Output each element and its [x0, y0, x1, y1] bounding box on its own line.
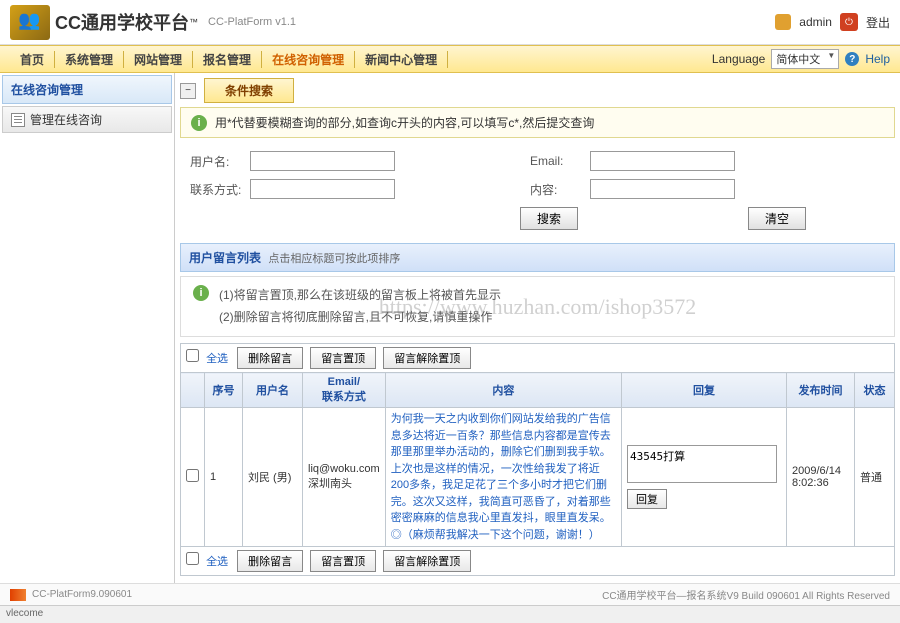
footer-left: CC-PlatForm9.090601: [32, 589, 132, 600]
logo-area: CC通用学校平台™ CC-PlatForm v1.1: [10, 5, 775, 40]
language-label: Language: [712, 52, 765, 66]
clear-button[interactable]: 清空: [748, 207, 806, 230]
col-content[interactable]: 内容: [385, 373, 621, 408]
menu-home[interactable]: 首页: [10, 51, 55, 68]
sidebar-item-label: 管理在线咨询: [30, 111, 102, 128]
sidebar: 在线咨询管理 管理在线咨询: [0, 73, 175, 613]
list-title-bar: 用户留言列表 点击相应标题可按此项排序: [180, 243, 895, 272]
cell-status: 普通: [855, 408, 895, 547]
app-subtitle: CC-PlatForm v1.1: [208, 16, 296, 28]
sidebar-item-manage[interactable]: 管理在线咨询: [2, 106, 172, 133]
logout-icon[interactable]: ⏻: [840, 13, 858, 31]
untop-button-top[interactable]: 留言解除置顶: [383, 347, 471, 369]
select-all-checkbox-top[interactable]: [186, 349, 199, 362]
main-menu: 首页 系统管理 网站管理 报名管理 在线咨询管理 新闻中心管理 Language…: [0, 45, 900, 73]
cell-email: liq@woku.com 深圳南头: [303, 408, 386, 547]
menu-website[interactable]: 网站管理: [124, 51, 193, 68]
menu-consult[interactable]: 在线咨询管理: [262, 51, 355, 68]
col-status[interactable]: 状态: [855, 373, 895, 408]
menu-system[interactable]: 系统管理: [55, 51, 124, 68]
select-all-checkbox-bottom[interactable]: [186, 552, 199, 565]
table-row: 1 刘民 (男) liq@woku.com 深圳南头 为何我一天之内收到你们网站…: [181, 408, 895, 547]
cell-reply: 回复: [622, 408, 787, 547]
search-section-title: 条件搜索: [204, 78, 294, 103]
tip-line-2: (2)删除留言将彻底删除留言,且不可恢复,请慎重操作: [219, 307, 501, 329]
username: admin: [799, 15, 832, 29]
col-no[interactable]: 序号: [205, 373, 243, 408]
input-email[interactable]: [590, 151, 735, 171]
info-icon: i: [191, 115, 207, 131]
user-area: admin ⏻ 登出: [775, 13, 890, 31]
logo-icon: [10, 5, 50, 40]
cell-user: 刘民 (男): [243, 408, 303, 547]
menu-news[interactable]: 新闻中心管理: [355, 51, 448, 68]
footer-logo-icon: [10, 589, 26, 601]
info-icon: i: [193, 285, 209, 301]
row-checkbox[interactable]: [186, 469, 199, 482]
content-area: − 条件搜索 i 用*代替要模糊查询的部分,如查询c开头的内容,可以填写c*,然…: [175, 73, 900, 613]
input-user[interactable]: [250, 151, 395, 171]
list-tips: i (1)将留言置顶,那么在该班级的留言板上将被首先显示 (2)删除留言将彻底删…: [180, 276, 895, 337]
search-tip-text: 用*代替要模糊查询的部分,如查询c开头的内容,可以填写c*,然后提交查询: [215, 114, 594, 131]
label-user: 用户名:: [190, 153, 250, 170]
search-form: 用户名: Email: 联系方式: 内容: 搜索: [180, 146, 895, 235]
top-button-top[interactable]: 留言置顶: [310, 347, 376, 369]
cell-content: 为何我一天之内收到你们网站发给我的广告信息多达将近一百条？那些信息内容都是宣传去…: [385, 408, 621, 547]
search-button[interactable]: 搜索: [520, 207, 578, 230]
language-select[interactable]: 简体中文: [771, 49, 839, 69]
status-bar: vlecome: [0, 605, 900, 623]
app-title: CC通用学校平台: [55, 9, 189, 35]
app-header: CC通用学校平台™ CC-PlatForm v1.1 admin ⏻ 登出: [0, 0, 900, 45]
logout-label[interactable]: 登出: [866, 14, 890, 31]
input-content[interactable]: [590, 179, 735, 199]
delete-button-top[interactable]: 删除留言: [237, 347, 303, 369]
help-link[interactable]: Help: [865, 52, 890, 66]
document-icon: [11, 113, 25, 127]
reply-input[interactable]: [627, 445, 777, 483]
label-email: Email:: [530, 154, 590, 168]
menu-signup[interactable]: 报名管理: [193, 51, 262, 68]
col-reply[interactable]: 回复: [622, 373, 787, 408]
select-all-label[interactable]: 全选: [206, 353, 228, 365]
select-all-label[interactable]: 全选: [206, 556, 228, 568]
search-tip-bar: i 用*代替要模糊查询的部分,如查询c开头的内容,可以填写c*,然后提交查询: [180, 107, 895, 138]
footer-right: CC通用学校平台—报名系统V9 Build 090601 All Rights …: [602, 587, 890, 602]
untop-button-bottom[interactable]: 留言解除置顶: [383, 550, 471, 572]
reply-button[interactable]: 回复: [627, 489, 667, 509]
col-time[interactable]: 发布时间: [787, 373, 855, 408]
footer: CC-PlatForm9.090601 CC通用学校平台—报名系统V9 Buil…: [0, 583, 900, 605]
user-icon: [775, 14, 791, 30]
top-button-bottom[interactable]: 留言置顶: [310, 550, 376, 572]
input-contact[interactable]: [250, 179, 395, 199]
delete-button-bottom[interactable]: 删除留言: [237, 550, 303, 572]
message-table: 全选 删除留言 留言置顶 留言解除置顶 序号 用户名 Email/联系方式 内容…: [180, 343, 895, 576]
sidebar-title: 在线咨询管理: [2, 75, 172, 104]
col-email[interactable]: Email/联系方式: [303, 373, 386, 408]
help-icon[interactable]: ?: [845, 52, 859, 66]
label-content: 内容:: [530, 181, 590, 198]
list-subtitle: 点击相应标题可按此项排序: [268, 253, 400, 265]
cell-no: 1: [205, 408, 243, 547]
col-user[interactable]: 用户名: [243, 373, 303, 408]
list-title: 用户留言列表: [189, 251, 261, 265]
collapse-button[interactable]: −: [180, 83, 196, 99]
tip-line-1: (1)将留言置顶,那么在该班级的留言板上将被首先显示: [219, 285, 501, 307]
cell-time: 2009/6/14 8:02:36: [787, 408, 855, 547]
label-contact: 联系方式:: [190, 181, 250, 198]
